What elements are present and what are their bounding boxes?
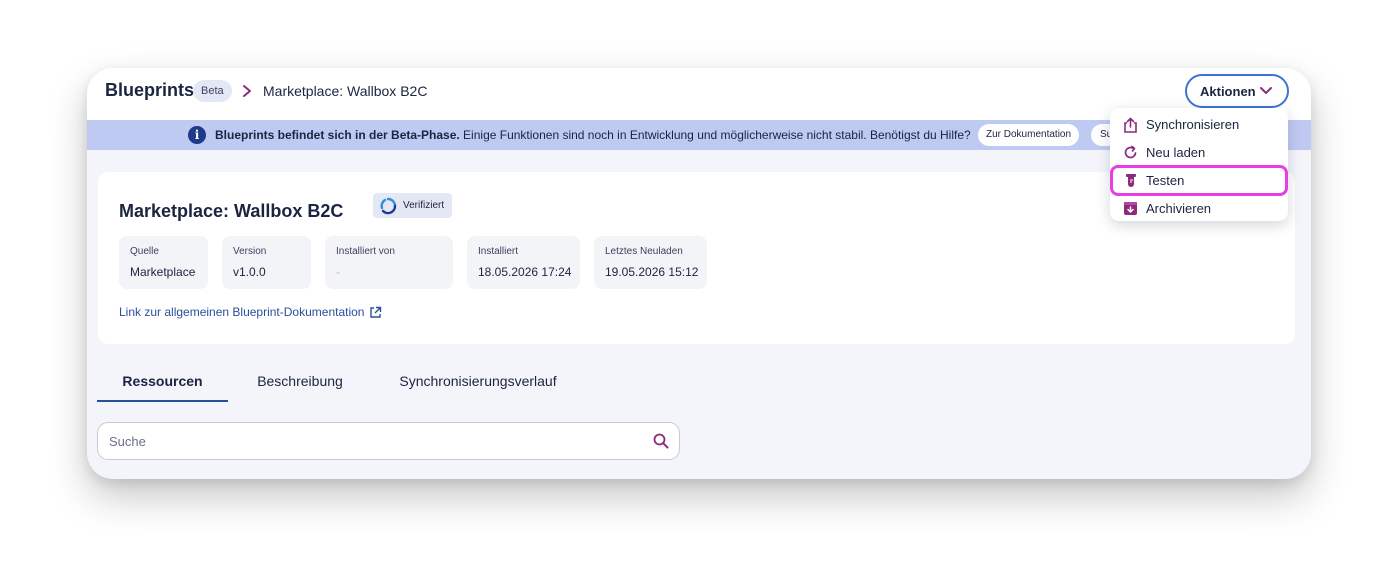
banner-bold-text: Blueprints befindet sich in der Beta-Pha…	[215, 128, 460, 142]
test-tube-icon	[1123, 173, 1138, 188]
meta-label: Installiert	[478, 246, 519, 257]
meta-installed-by: Installiert von -	[325, 236, 453, 289]
menu-item-reload[interactable]: Neu laden	[1110, 139, 1288, 166]
actions-dropdown-menu: Synchronisieren Neu laden Testen Archivi…	[1110, 108, 1288, 221]
menu-item-label: Synchronisieren	[1146, 117, 1240, 132]
menu-item-sync[interactable]: Synchronisieren	[1110, 111, 1288, 138]
menu-item-label: Neu laden	[1146, 145, 1206, 160]
blueprint-title: Marketplace: Wallbox B2C	[119, 201, 344, 221]
meta-last-reload: Letztes Neuladen 19.05.2026 15:12	[594, 236, 707, 289]
meta-label: Letztes Neuladen	[605, 246, 683, 257]
info-icon: i	[188, 126, 206, 144]
archive-icon	[1123, 201, 1138, 216]
verified-label: Verifiziert	[403, 200, 445, 211]
verified-icon	[380, 197, 397, 214]
meta-value: 19.05.2026 15:12	[605, 265, 699, 279]
meta-version: Version v1.0.0	[222, 236, 311, 289]
share-upload-icon	[1123, 117, 1138, 133]
actions-button-label: Aktionen	[1200, 83, 1256, 99]
menu-item-label: Archivieren	[1146, 201, 1212, 216]
search-field	[97, 422, 680, 460]
beta-badge: Beta	[193, 80, 232, 102]
app-title[interactable]: Blueprints	[105, 80, 194, 101]
meta-value: -	[336, 265, 340, 279]
doc-link-label: Link zur allgemeinen Blueprint-Dokumenta…	[119, 305, 365, 319]
chevron-right-icon	[243, 85, 251, 97]
documentation-button[interactable]: Zur Dokumentation	[978, 124, 1080, 146]
meta-installed: Installiert 18.05.2026 17:24	[467, 236, 580, 289]
tab-description[interactable]: Beschreibung	[243, 364, 357, 402]
app-window: Blueprints Beta Marketplace: Wallbox B2C…	[87, 68, 1311, 479]
search-input[interactable]	[109, 431, 629, 451]
banner-message: Blueprints befindet sich in der Beta-Pha…	[215, 128, 971, 142]
meta-label: Version	[233, 246, 267, 257]
meta-value: Marketplace	[130, 265, 196, 279]
meta-source: Quelle Marketplace	[119, 236, 208, 289]
breadcrumb-current: Marketplace: Wallbox B2C	[263, 83, 428, 99]
meta-label: Quelle	[130, 246, 159, 257]
meta-value: v1.0.0	[233, 265, 266, 279]
menu-item-label: Testen	[1146, 173, 1185, 188]
tab-resources[interactable]: Ressourcen	[97, 364, 228, 402]
menu-item-test[interactable]: Testen	[1110, 165, 1288, 196]
menu-item-archive[interactable]: Archivieren	[1110, 195, 1288, 222]
chevron-down-icon	[1260, 87, 1272, 94]
banner-text: Einige Funktionen sind noch in Entwicklu…	[459, 128, 971, 142]
reload-icon	[1123, 145, 1138, 160]
verified-badge: Verifiziert	[373, 193, 453, 218]
meta-value: 18.05.2026 17:24	[478, 265, 572, 279]
blueprint-documentation-link[interactable]: Link zur allgemeinen Blueprint-Dokumenta…	[119, 305, 382, 319]
actions-button[interactable]: Aktionen	[1185, 74, 1289, 108]
tab-sync-history[interactable]: Synchronisierungsverlauf	[389, 364, 567, 402]
external-link-icon	[370, 306, 382, 318]
meta-label: Installiert von	[336, 246, 395, 257]
search-icon[interactable]	[653, 433, 669, 449]
